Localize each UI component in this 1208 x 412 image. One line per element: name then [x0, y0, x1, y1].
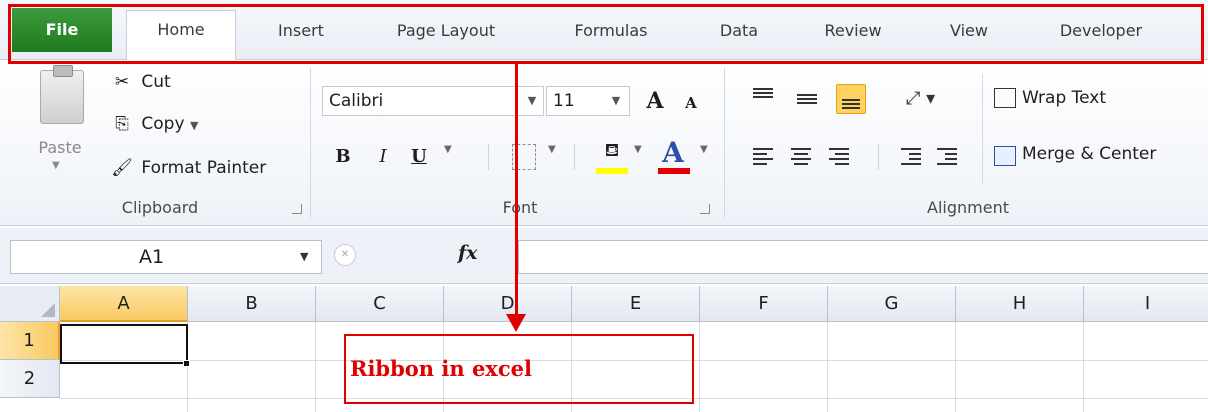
clipboard-launcher-icon[interactable]: [292, 204, 302, 214]
column-header-g[interactable]: G: [828, 286, 956, 322]
column-header-c[interactable]: C: [316, 286, 444, 322]
merge-center-label: Merge & Center: [1022, 144, 1157, 164]
font-color-dropdown-icon[interactable]: ▼: [700, 144, 708, 155]
row-header-2[interactable]: 2: [0, 360, 60, 398]
alignment-group-label: Alignment: [927, 198, 1009, 217]
paste-icon[interactable]: [40, 65, 84, 124]
wrap-text-icon: [994, 88, 1016, 108]
cancel-entry-icon[interactable]: ✕: [334, 244, 356, 266]
insert-function-button[interactable]: fx: [458, 242, 478, 264]
underline-dropdown-icon[interactable]: ▼: [444, 144, 452, 155]
underline-button[interactable]: U: [404, 142, 434, 172]
copy-dropdown-icon[interactable]: ▼: [190, 119, 198, 132]
column-header-h[interactable]: H: [956, 286, 1084, 322]
paintbrush-icon: 🖌: [111, 158, 133, 178]
formula-input[interactable]: [518, 240, 1208, 274]
align-bottom-icon[interactable]: [836, 84, 866, 114]
column-header-f[interactable]: F: [700, 286, 828, 322]
merge-center-icon: [994, 146, 1016, 166]
formula-bar: A1 ▼ ✕ fx: [0, 228, 1208, 284]
shrink-font-button[interactable]: A: [678, 88, 704, 118]
align-right-icon[interactable]: [824, 142, 854, 172]
column-header-b[interactable]: B: [188, 286, 316, 322]
align-middle-icon[interactable]: [792, 84, 822, 114]
align-center-icon[interactable]: [786, 142, 816, 172]
column-header-e[interactable]: E: [572, 286, 700, 322]
format-painter-label: Format Painter: [141, 158, 267, 178]
divider: [878, 144, 879, 170]
select-all-button[interactable]: [0, 286, 60, 322]
font-group-label: Font: [502, 198, 538, 217]
group-separator: [310, 68, 311, 218]
font-color-button[interactable]: A: [656, 136, 690, 169]
font-launcher-icon[interactable]: [700, 204, 710, 214]
column-header-a[interactable]: A: [60, 286, 188, 322]
ribbon-home: Paste ▼ ✂ Cut ⎘ Copy ▼ 🖌 Format Painter …: [0, 60, 1208, 226]
active-cell-a1[interactable]: [60, 324, 188, 364]
scissors-icon: ✂: [114, 72, 130, 92]
italic-button[interactable]: I: [370, 142, 396, 172]
font-name-dropdown-icon[interactable]: ▼: [520, 86, 544, 116]
copy-label: Copy: [141, 114, 185, 134]
group-separator: [724, 68, 725, 218]
align-top-icon[interactable]: [748, 82, 778, 112]
orientation-icon[interactable]: ⤢ ▾: [906, 88, 935, 109]
name-box-dropdown-icon[interactable]: ▼: [300, 250, 308, 263]
copy-button[interactable]: ⎘ Copy ▼: [108, 110, 198, 138]
paste-dropdown-icon[interactable]: ▼: [52, 160, 60, 171]
font-color-swatch: [658, 168, 690, 174]
divider: [488, 144, 489, 170]
ribbon-highlight-box: [8, 4, 1204, 64]
font-name-combobox[interactable]: Calibri: [322, 86, 544, 116]
increase-indent-icon[interactable]: [932, 142, 962, 172]
cut-button[interactable]: ✂ Cut: [108, 68, 171, 96]
annotation-text: Ribbon in excel: [350, 356, 532, 381]
fill-color-swatch: [596, 168, 628, 174]
grow-font-button[interactable]: A: [640, 86, 670, 116]
align-left-icon[interactable]: [748, 142, 778, 172]
paste-button-label[interactable]: Paste: [28, 138, 92, 157]
fill-color-dropdown-icon[interactable]: ▼: [634, 144, 642, 155]
column-header-i[interactable]: I: [1084, 286, 1208, 322]
fill-handle[interactable]: [183, 360, 190, 367]
borders-dropdown-icon[interactable]: ▼: [548, 144, 556, 155]
cut-label: Cut: [141, 72, 171, 92]
clipboard-group-label: Clipboard: [121, 198, 199, 217]
annotation-arrow-head: [506, 314, 526, 332]
font-size-dropdown-icon[interactable]: ▼: [604, 86, 628, 116]
group-separator: [982, 74, 983, 184]
formula-buttons: ✕ fx: [330, 240, 516, 274]
decrease-indent-icon[interactable]: [896, 142, 926, 172]
wrap-text-label: Wrap Text: [1022, 88, 1107, 108]
name-box[interactable]: A1: [10, 240, 322, 274]
copy-icon: ⎘: [115, 114, 129, 134]
format-painter-button[interactable]: 🖌 Format Painter: [108, 154, 266, 182]
divider: [574, 144, 575, 170]
row-header-1[interactable]: 1: [0, 322, 60, 360]
bold-button[interactable]: B: [330, 142, 356, 172]
annotation-arrow-line: [515, 64, 518, 322]
